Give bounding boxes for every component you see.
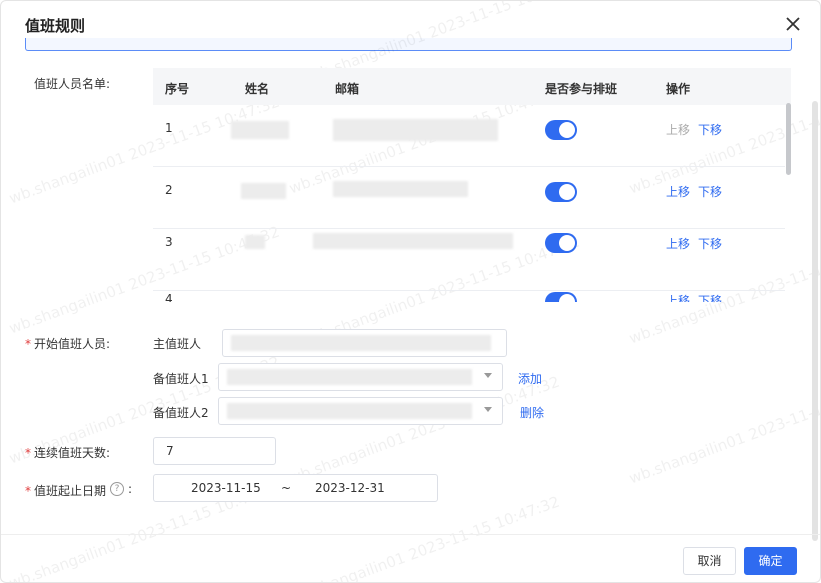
table-row: 3 上移 下移: [153, 229, 785, 291]
consecutive-days-label: * 连续值班天数:: [25, 444, 110, 461]
help-icon[interactable]: ?: [110, 482, 124, 496]
dialog-title: 值班规则: [25, 17, 86, 35]
consecutive-days-label-text: 连续值班天数:: [34, 446, 111, 460]
table-row: 4 上移 下移: [153, 286, 785, 302]
date-range-label: * 值班起止日期: [25, 482, 106, 499]
add-backup-link[interactable]: 添加: [518, 370, 542, 387]
row-index: 1: [165, 121, 173, 135]
col-participate: 是否参与排班: [545, 82, 618, 96]
required-mark: *: [25, 337, 31, 351]
primary-field: [222, 329, 507, 357]
close-icon[interactable]: [784, 15, 802, 33]
date-separator: ~: [281, 481, 292, 495]
move-up-link[interactable]: 上移: [666, 235, 690, 252]
delete-backup-link[interactable]: 删除: [520, 404, 544, 421]
move-down-link[interactable]: 下移: [698, 183, 722, 200]
participate-toggle[interactable]: [545, 233, 577, 253]
move-up-link[interactable]: 上移: [666, 183, 690, 200]
col-name: 姓名: [245, 82, 270, 96]
move-up-link[interactable]: 上移: [666, 121, 690, 138]
move-down-link[interactable]: 下移: [698, 235, 722, 252]
dialog-scrollbar[interactable]: [812, 101, 818, 541]
redacted-email: [313, 233, 513, 249]
date-range-label-text: 值班起止日期: [34, 484, 107, 498]
primary-label: 主值班人: [153, 337, 202, 351]
required-mark: *: [25, 446, 31, 460]
dialog-footer: 取消 确定: [1, 534, 820, 582]
table-row: 2 上移 下移: [153, 167, 785, 229]
backup1-label: 备值班人1: [153, 372, 209, 386]
backup2-label: 备值班人2: [153, 406, 209, 420]
participate-toggle[interactable]: [545, 292, 577, 302]
chevron-down-icon: [484, 407, 492, 412]
start-date: 2023-11-15: [191, 481, 261, 495]
info-bar: [25, 38, 792, 51]
redacted-value: [227, 403, 472, 419]
watermark: wb.shangailin01 2023-11-15 10:47:32: [626, 373, 821, 488]
redacted-name: [231, 121, 289, 139]
move-up-link[interactable]: 上移: [666, 292, 690, 302]
backup2-select[interactable]: [218, 397, 503, 425]
row-index: 4: [165, 292, 173, 302]
redacted-value: [227, 369, 472, 385]
date-range-picker[interactable]: 2023-11-15 ~ 2023-12-31: [153, 474, 438, 502]
row-index: 2: [165, 183, 173, 197]
col-email: 邮箱: [335, 82, 360, 96]
roster-label: 值班人员名单:: [34, 77, 111, 91]
table-row: 1 上移 下移: [153, 105, 785, 167]
backup1-select[interactable]: [218, 363, 503, 391]
required-mark: *: [25, 484, 31, 498]
col-actions: 操作: [666, 82, 691, 96]
consecutive-days-input[interactable]: 7: [153, 437, 276, 465]
move-down-link[interactable]: 下移: [698, 292, 722, 302]
roster-table: 序号 姓名 邮箱 是否参与排班 操作 1 上移 下移 2 上移 下移 3 上移 …: [153, 68, 791, 302]
confirm-button[interactable]: 确定: [744, 547, 797, 575]
participate-toggle[interactable]: [545, 182, 577, 202]
table-scrollbar[interactable]: [786, 103, 791, 175]
date-range-colon: :: [128, 482, 133, 496]
row-index: 3: [165, 235, 173, 249]
chevron-down-icon: [484, 373, 492, 378]
start-staff-label-text: 开始值班人员:: [34, 337, 111, 351]
participate-toggle[interactable]: [545, 120, 577, 140]
redacted-name: [245, 235, 265, 249]
redacted-value: [231, 335, 491, 351]
redacted-email: [333, 181, 468, 197]
redacted-name: [241, 183, 286, 199]
col-index: 序号: [165, 82, 190, 96]
end-date: 2023-12-31: [315, 481, 385, 495]
duty-rules-dialog: 值班规则 wb.shangailin01 2023-11-15 10:47:32…: [0, 0, 821, 583]
start-staff-label: * 开始值班人员:: [25, 335, 110, 352]
cancel-button[interactable]: 取消: [683, 547, 736, 575]
redacted-email: [333, 119, 498, 141]
consecutive-days-value: 7: [166, 444, 174, 458]
move-down-link[interactable]: 下移: [698, 121, 722, 138]
table-header: 序号 姓名 邮箱 是否参与排班 操作: [153, 68, 791, 105]
